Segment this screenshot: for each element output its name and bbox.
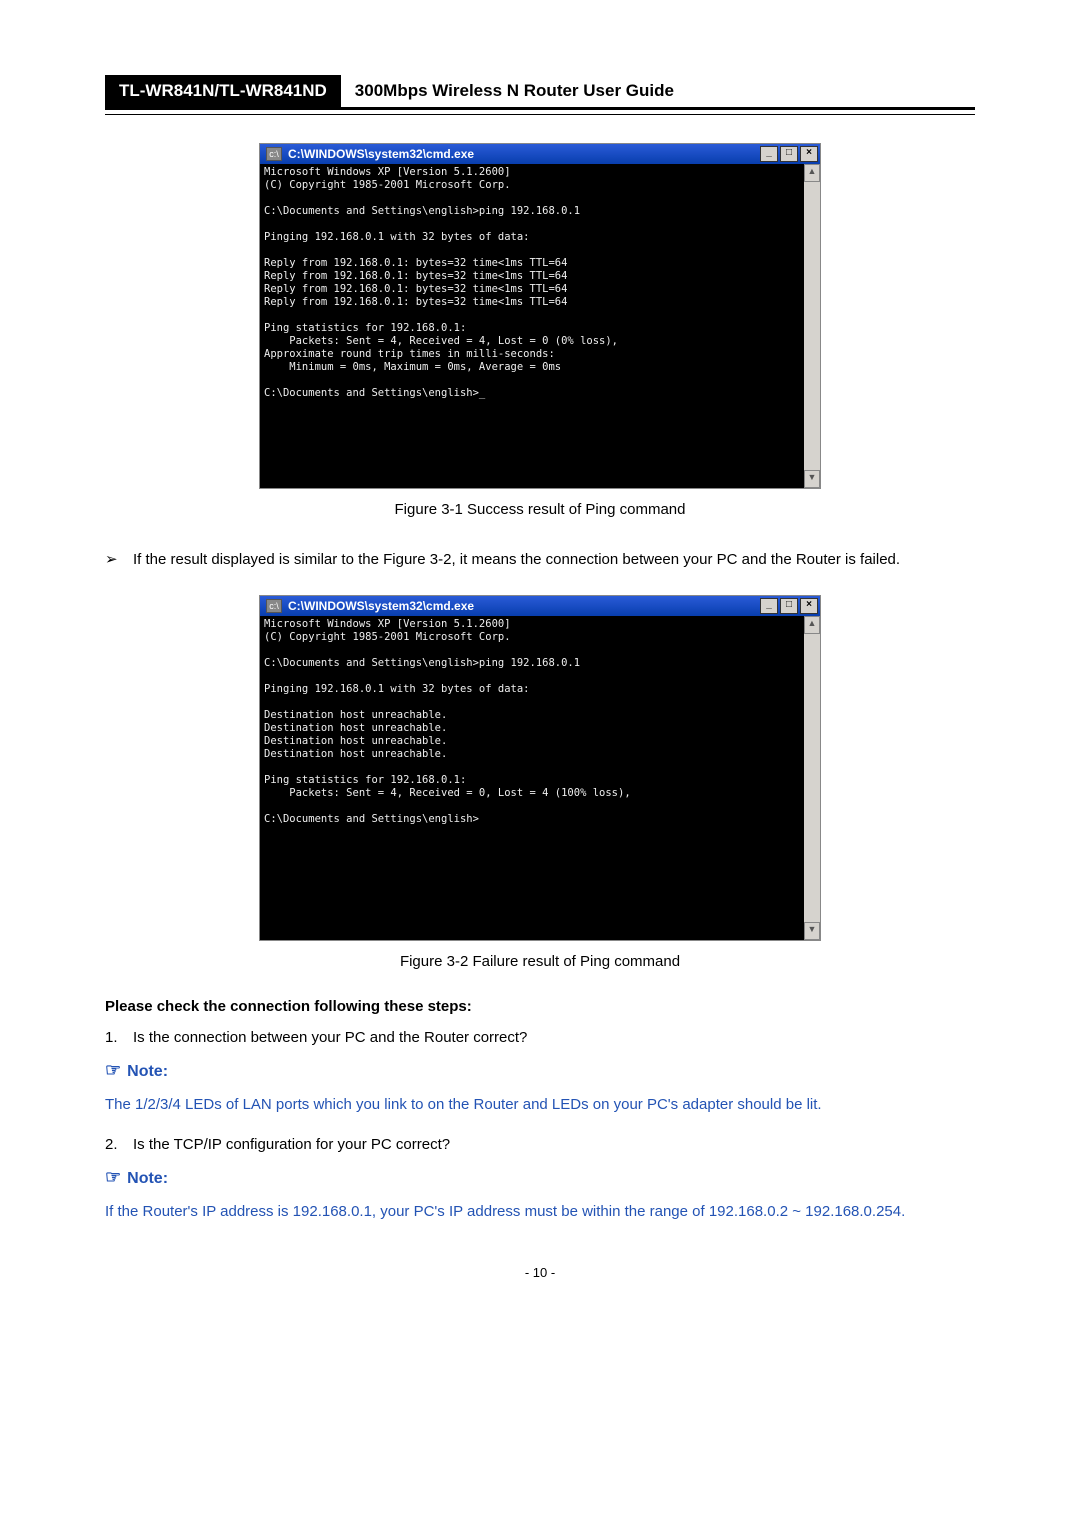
window-control-group: _ □ × — [760, 598, 818, 614]
arrow-bullet-icon: ➢ — [105, 546, 133, 573]
cmd-title-text: C:\WINDOWS\system32\cmd.exe — [288, 147, 760, 161]
steps-heading: Please check the connection following th… — [105, 998, 975, 1015]
figure-caption-2: Figure 3-2 Failure result of Ping comman… — [105, 953, 975, 970]
scroll-track[interactable] — [804, 182, 820, 470]
note-heading-2: ☞ Note: — [105, 1167, 975, 1188]
cmd-output: Microsoft Windows XP [Version 5.1.2600] … — [260, 616, 804, 940]
cmd-titlebar: c:\ C:\WINDOWS\system32\cmd.exe _ □ × — [260, 144, 820, 164]
maximize-button[interactable]: □ — [780, 598, 798, 614]
figure-caption-1: Figure 3-1 Success result of Ping comman… — [105, 501, 975, 518]
step-1: 1.Is the connection between your PC and … — [105, 1029, 975, 1046]
cmd-icon: c:\ — [266, 147, 282, 161]
step-text: Is the TCP/IP configuration for your PC … — [133, 1136, 450, 1153]
maximize-button[interactable]: □ — [780, 146, 798, 162]
scroll-down-icon[interactable]: ▼ — [804, 470, 820, 488]
cmd-titlebar: c:\ C:\WINDOWS\system32\cmd.exe _ □ × — [260, 596, 820, 616]
hand-icon: ☞ — [105, 1167, 121, 1187]
step-text: Is the connection between your PC and th… — [133, 1029, 527, 1046]
page-header: TL-WR841N/TL-WR841ND 300Mbps Wireless N … — [105, 75, 975, 110]
note-label: Note: — [127, 1170, 168, 1187]
scroll-up-icon[interactable]: ▲ — [804, 616, 820, 634]
note-label: Note: — [127, 1063, 168, 1080]
step-number: 2. — [105, 1136, 133, 1153]
header-model: TL-WR841N/TL-WR841ND — [105, 75, 341, 107]
header-rule — [105, 114, 975, 115]
cmd-window-failure: c:\ C:\WINDOWS\system32\cmd.exe _ □ × Mi… — [259, 595, 821, 941]
note-text-2: If the Router's IP address is 192.168.0.… — [105, 1198, 975, 1225]
page-number: - 10 - — [105, 1265, 975, 1280]
scrollbar[interactable]: ▲ ▼ — [804, 616, 820, 940]
note-text-1: The 1/2/3/4 LEDs of LAN ports which you … — [105, 1091, 975, 1118]
scroll-up-icon[interactable]: ▲ — [804, 164, 820, 182]
close-button[interactable]: × — [800, 146, 818, 162]
step-number: 1. — [105, 1029, 133, 1046]
scroll-down-icon[interactable]: ▼ — [804, 922, 820, 940]
minimize-button[interactable]: _ — [760, 598, 778, 614]
step-2: 2.Is the TCP/IP configuration for your P… — [105, 1136, 975, 1153]
hand-icon: ☞ — [105, 1060, 121, 1080]
cmd-title-text: C:\WINDOWS\system32\cmd.exe — [288, 599, 760, 613]
cmd-icon: c:\ — [266, 599, 282, 613]
minimize-button[interactable]: _ — [760, 146, 778, 162]
scroll-track[interactable] — [804, 634, 820, 922]
close-button[interactable]: × — [800, 598, 818, 614]
cmd-output: Microsoft Windows XP [Version 5.1.2600] … — [260, 164, 804, 488]
paragraph-text: If the result displayed is similar to th… — [133, 551, 900, 568]
window-control-group: _ □ × — [760, 146, 818, 162]
cmd-window-success: c:\ C:\WINDOWS\system32\cmd.exe _ □ × Mi… — [259, 143, 821, 489]
scrollbar[interactable]: ▲ ▼ — [804, 164, 820, 488]
note-heading-1: ☞ Note: — [105, 1060, 975, 1081]
paragraph-failed-intro: ➢If the result displayed is similar to t… — [105, 546, 975, 573]
header-title: 300Mbps Wireless N Router User Guide — [341, 75, 674, 107]
